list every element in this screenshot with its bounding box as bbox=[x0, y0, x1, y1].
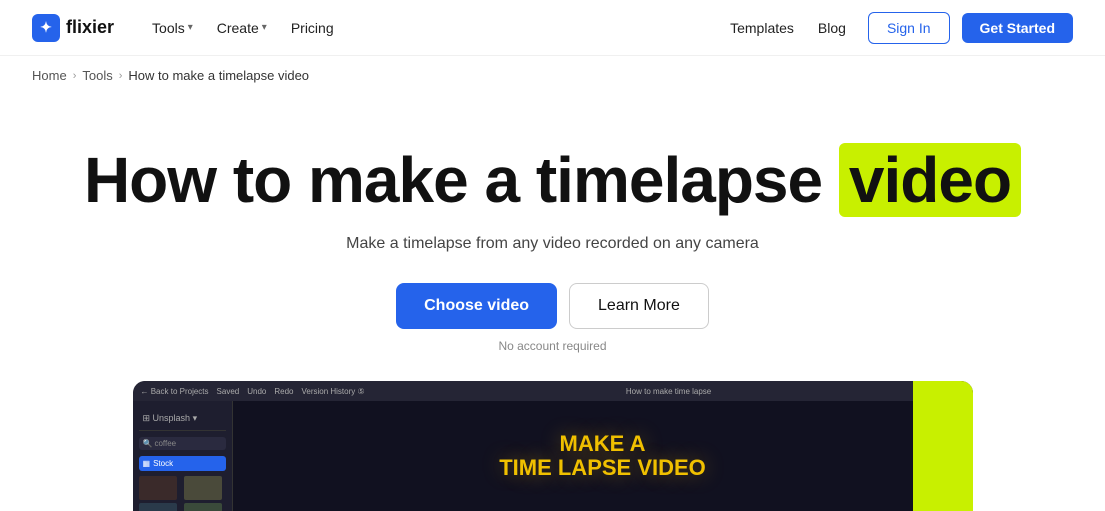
yellow-accent bbox=[913, 381, 973, 511]
app-sidebar-stock: ▦ Stock bbox=[139, 456, 226, 471]
nav-links: Tools ▾ Create ▾ Pricing bbox=[142, 14, 720, 42]
app-thumb-1 bbox=[139, 476, 177, 500]
app-save-label: Saved bbox=[217, 387, 240, 396]
app-sidebar-search: 🔍 coffee bbox=[139, 437, 226, 450]
breadcrumb-current: How to make a timelapse video bbox=[128, 68, 309, 83]
hero-title: How to make a timelapse video bbox=[32, 143, 1073, 217]
app-sidebar: ⊞ Unsplash ▾ 🔍 coffee ▦ Stock ♪ Audio bbox=[133, 401, 233, 511]
hero-section: How to make a timelapse video Make a tim… bbox=[0, 95, 1105, 353]
app-main: MAKE A TIME LAPSE VIDEO bbox=[233, 401, 973, 511]
breadcrumb: Home › Tools › How to make a timelapse v… bbox=[0, 56, 1105, 95]
nav-pricing-label: Pricing bbox=[291, 20, 334, 36]
hero-title-part1: How to make a timelapse bbox=[84, 144, 822, 216]
nav-pricing[interactable]: Pricing bbox=[281, 14, 344, 42]
learn-more-button[interactable]: Learn More bbox=[569, 283, 709, 329]
app-redo-label: Redo bbox=[274, 387, 293, 396]
app-screenshot: ← Back to Projects Saved Undo Redo Versi… bbox=[133, 381, 973, 511]
nav-right-links: Templates Blog bbox=[720, 14, 856, 42]
logo-text: flixier bbox=[66, 17, 114, 38]
breadcrumb-home[interactable]: Home bbox=[32, 68, 67, 83]
app-search-text: coffee bbox=[154, 439, 176, 448]
logo-icon: ✦ bbox=[32, 14, 60, 42]
choose-video-button[interactable]: Choose video bbox=[396, 283, 557, 329]
app-title: How to make time lapse bbox=[626, 387, 711, 396]
nav-tools-label: Tools bbox=[152, 20, 185, 36]
nav-create[interactable]: Create ▾ bbox=[207, 14, 277, 42]
app-version-label: Version History ⑤ bbox=[301, 387, 364, 396]
tools-chevron-icon: ▾ bbox=[188, 22, 193, 33]
no-account-text: No account required bbox=[32, 339, 1073, 353]
app-stock-label: Stock bbox=[153, 459, 173, 468]
nav-blog-label: Blog bbox=[818, 20, 846, 36]
app-screenshot-container: ← Back to Projects Saved Undo Redo Versi… bbox=[0, 381, 1105, 511]
hero-title-highlight: video bbox=[839, 143, 1021, 217]
nav-create-label: Create bbox=[217, 20, 259, 36]
hero-subtitle: Make a timelapse from any video recorded… bbox=[32, 235, 1073, 253]
app-back-label: ← Back to Projects bbox=[141, 387, 209, 396]
hero-buttons: Choose video Learn More bbox=[32, 283, 1073, 329]
app-undo-label: Undo bbox=[247, 387, 266, 396]
app-thumb-2 bbox=[184, 476, 222, 500]
app-main-content: MAKE A TIME LAPSE VIDEO bbox=[499, 432, 706, 480]
breadcrumb-tools[interactable]: Tools bbox=[82, 68, 112, 83]
sign-in-button[interactable]: Sign In bbox=[868, 12, 950, 44]
nav-templates[interactable]: Templates bbox=[720, 14, 804, 42]
breadcrumb-sep-1: › bbox=[73, 70, 77, 82]
breadcrumb-sep-2: › bbox=[119, 70, 123, 82]
app-make-text-line2: TIME LAPSE VIDEO bbox=[499, 456, 706, 480]
navbar: ✦ flixier Tools ▾ Create ▾ Pricing Templ… bbox=[0, 0, 1105, 56]
app-make-text-line1: MAKE A bbox=[499, 432, 706, 456]
nav-right: Templates Blog Sign In Get Started bbox=[720, 12, 1073, 44]
app-sidebar-header: ⊞ Unsplash ▾ bbox=[139, 409, 226, 431]
app-thumb-grid bbox=[139, 474, 226, 511]
logo[interactable]: ✦ flixier bbox=[32, 14, 114, 42]
nav-templates-label: Templates bbox=[730, 20, 794, 36]
app-topbar: ← Back to Projects Saved Undo Redo Versi… bbox=[133, 381, 973, 401]
nav-blog[interactable]: Blog bbox=[808, 14, 856, 42]
create-chevron-icon: ▾ bbox=[262, 22, 267, 33]
nav-tools[interactable]: Tools ▾ bbox=[142, 14, 203, 42]
get-started-button[interactable]: Get Started bbox=[962, 13, 1073, 43]
